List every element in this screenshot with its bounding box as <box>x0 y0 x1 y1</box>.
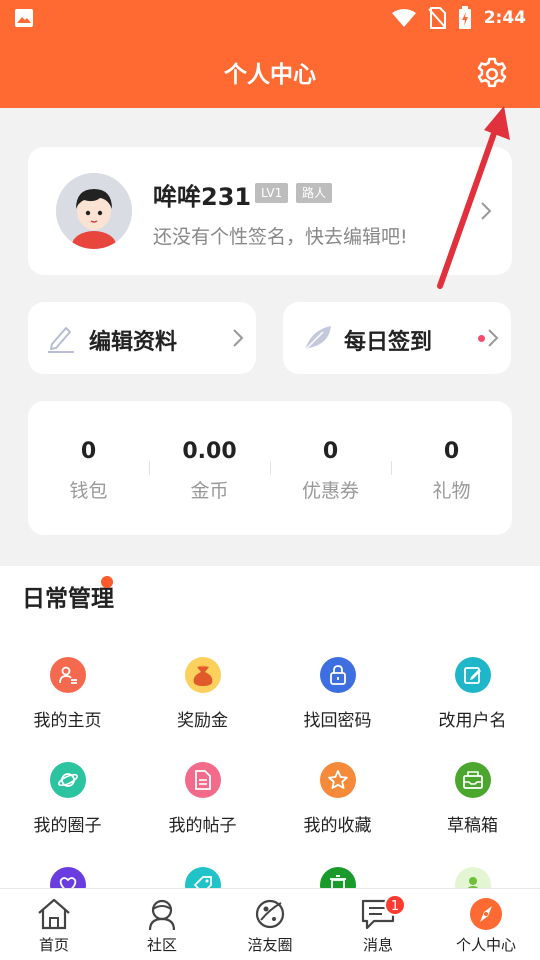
role-badge: 路人 <box>296 183 333 203</box>
message-badge: 1 <box>384 894 406 916</box>
nav-item-community[interactable]: 社区 <box>108 895 216 955</box>
daily-sign-in-label: 每日签到 <box>344 330 433 355</box>
stat-label: 优惠券 <box>301 480 359 502</box>
nav-item-messages[interactable]: 1 消息 <box>324 894 432 955</box>
grid-label: 我的收藏 <box>303 816 372 836</box>
grid-item-recover-password[interactable]: 找回密码 <box>270 657 405 731</box>
nav-label: 涪友圈 <box>247 936 293 954</box>
stat-value: 0.00 <box>182 439 237 464</box>
annotation-arrow <box>437 106 510 289</box>
settings-button[interactable] <box>472 54 512 94</box>
grid-item-my-homepage[interactable]: 我的主页 <box>0 657 135 731</box>
bottom-nav: 首页 社区 涪友圈 1 消息 个人中心 <box>0 888 540 960</box>
home-icon <box>38 898 70 930</box>
stat-value: 0 <box>443 439 460 464</box>
stat-gold[interactable]: 0.00 金币 <box>149 439 270 503</box>
stat-label: 礼物 <box>432 480 471 502</box>
grid-label: 找回密码 <box>303 711 372 731</box>
nav-item-personal-center[interactable]: 个人中心 <box>432 895 540 955</box>
status-bar: 2:44 <box>0 0 540 36</box>
lock-icon <box>319 657 356 693</box>
grid-label: 我的帖子 <box>168 816 237 836</box>
stat-coupon[interactable]: 0 优惠券 <box>270 439 391 503</box>
feather-icon <box>302 326 331 353</box>
notification-dot <box>101 576 113 588</box>
community-icon <box>148 899 176 931</box>
profile-signature: 还没有个性签名，快去编辑吧! <box>153 226 408 248</box>
grid-label: 奖励金 <box>177 711 228 731</box>
level-badge: LV1 <box>255 183 289 203</box>
grid-item-my-posts[interactable]: 我的帖子 <box>135 762 270 836</box>
nav-label: 首页 <box>38 936 69 954</box>
image-notification-icon <box>15 9 33 27</box>
nav-label: 个人中心 <box>455 936 516 954</box>
planet-nav-icon <box>255 899 285 929</box>
daily-sign-in-button[interactable]: 每日签到 <box>283 302 511 374</box>
grid-item-my-circles[interactable]: 我的圈子 <box>0 762 135 836</box>
stat-label: 金币 <box>190 480 229 502</box>
stat-wallet[interactable]: 0 钱包 <box>28 439 149 503</box>
nav-item-friends-circle[interactable]: 涪友圈 <box>216 895 324 955</box>
chevron-right-icon <box>488 329 499 347</box>
stat-value: 0 <box>322 439 339 464</box>
star-icon <box>319 762 356 798</box>
nav-item-home[interactable]: 首页 <box>0 895 108 955</box>
wifi-icon <box>391 9 416 27</box>
daily-management-section: 日常管理 我的主页 奖励金 找回密码 改用户名 我的圈子 我的帖子 我的收藏 草… <box>0 566 540 903</box>
document-icon <box>184 762 221 798</box>
gear-icon <box>477 57 507 88</box>
battery-charging-icon <box>458 6 471 29</box>
grid-item-change-username[interactable]: 改用户名 <box>405 657 540 731</box>
planet-icon <box>49 762 86 798</box>
stat-label: 钱包 <box>69 480 108 502</box>
money-bag-icon <box>184 657 221 693</box>
page-header: 个人中心 <box>0 36 540 108</box>
no-sim-icon <box>427 7 446 29</box>
profile-name: 哞哞231 <box>153 183 252 211</box>
chevron-right-icon <box>233 329 244 347</box>
page-title: 个人中心 <box>224 62 316 88</box>
avatar[interactable] <box>56 173 132 249</box>
status-time: 2:44 <box>483 8 526 28</box>
pencil-icon <box>48 327 74 353</box>
edit-note-icon <box>454 657 491 693</box>
nav-label: 消息 <box>362 936 393 954</box>
edit-profile-button[interactable]: 编辑资料 <box>28 302 256 374</box>
stats-card: 0 钱包 0.00 金币 0 优惠券 0 礼物 <box>28 401 512 535</box>
grid-item-reward[interactable]: 奖励金 <box>135 657 270 731</box>
grid-label: 改用户名 <box>438 711 507 731</box>
grid-label: 我的主页 <box>33 711 102 731</box>
edit-profile-label: 编辑资料 <box>89 330 178 355</box>
user-page-icon <box>49 657 86 693</box>
stat-value: 0 <box>80 439 97 464</box>
avatar-image <box>56 173 132 249</box>
grid-label: 我的圈子 <box>33 816 102 836</box>
nav-label: 社区 <box>146 936 177 954</box>
notification-dot <box>478 335 485 342</box>
inbox-icon <box>454 762 491 798</box>
section-title: 日常管理 <box>22 586 114 612</box>
grid-item-drafts[interactable]: 草稿箱 <box>405 762 540 836</box>
grid-label: 草稿箱 <box>447 816 498 836</box>
grid-item-my-favorites[interactable]: 我的收藏 <box>270 762 405 836</box>
stat-gift[interactable]: 0 礼物 <box>391 439 512 503</box>
compass-icon <box>470 898 502 930</box>
